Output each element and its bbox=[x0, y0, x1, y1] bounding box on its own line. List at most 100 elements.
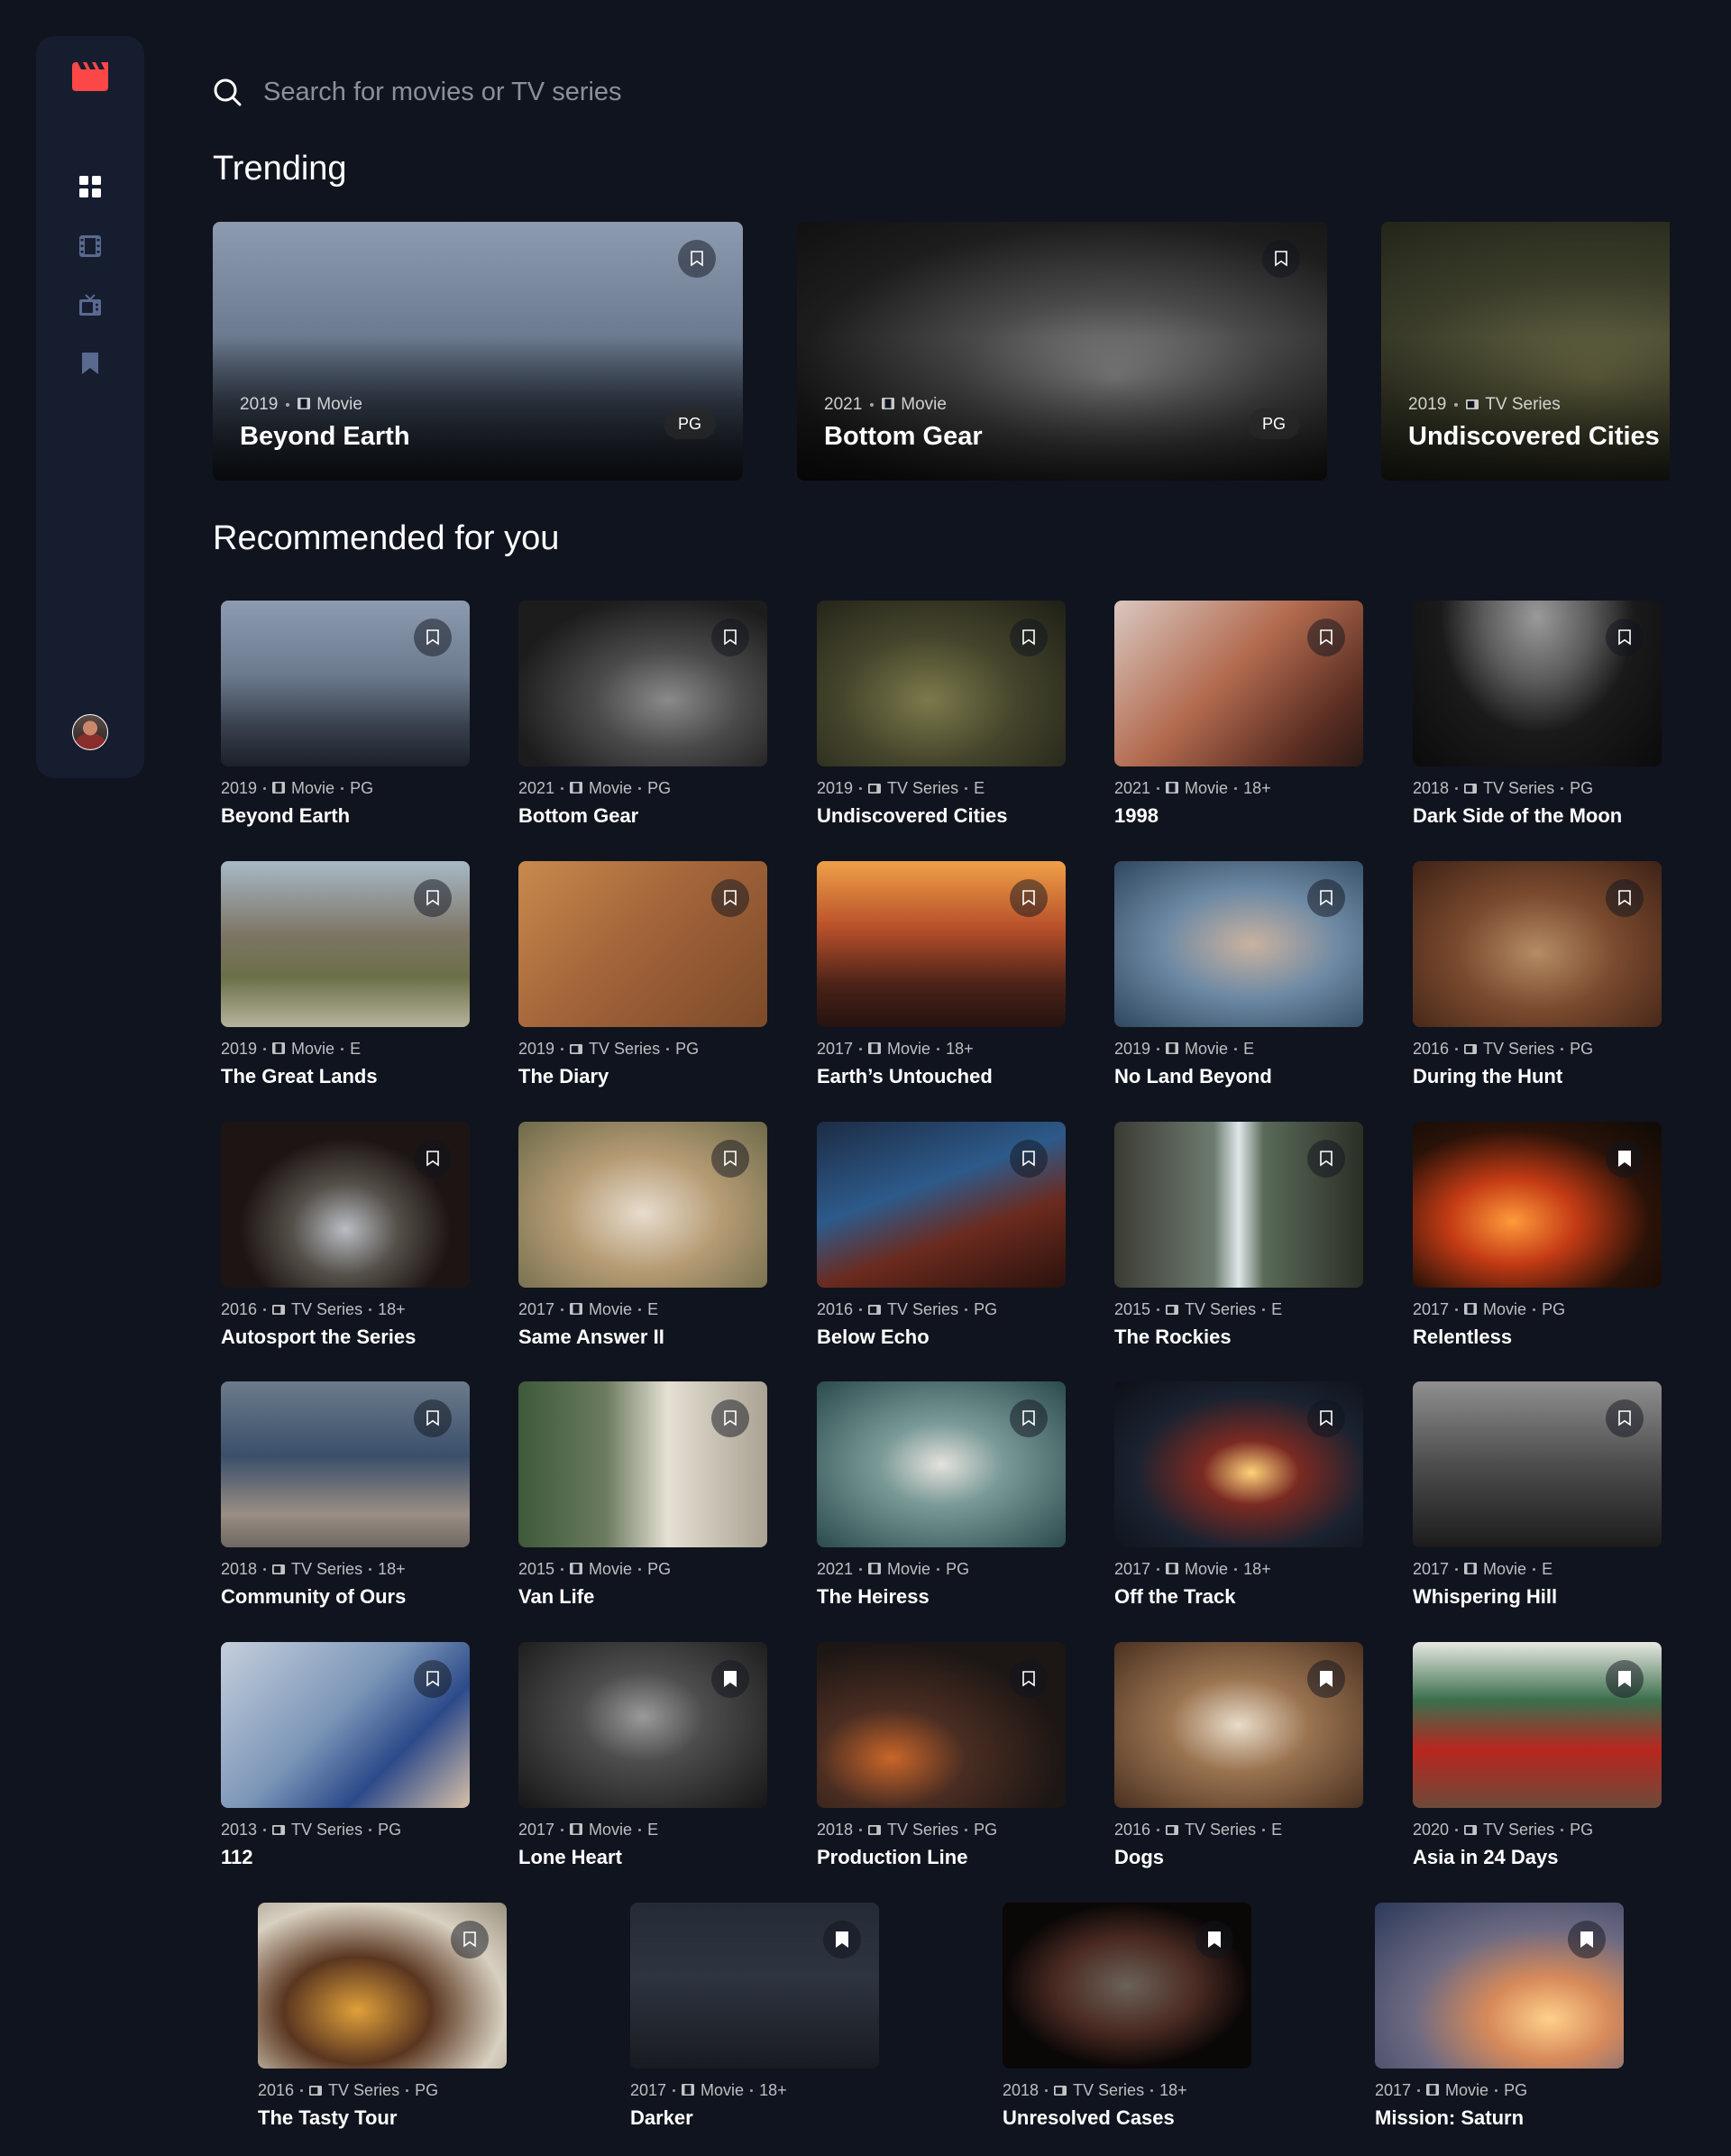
media-card[interactable]: 2021 Movie 18+ 1998 bbox=[1114, 601, 1363, 837]
media-card[interactable]: 2019 TV Series E Undiscovered Cities bbox=[817, 601, 1066, 837]
media-card[interactable]: 2017 Movie E Lone Heart bbox=[518, 1642, 767, 1878]
media-card[interactable]: 2017 Movie 18+ Earth’s Untouched bbox=[817, 861, 1066, 1097]
bookmark-button[interactable] bbox=[711, 1140, 749, 1178]
trending-card[interactable]: 2019 TV Series Undiscovered Cities bbox=[1381, 222, 1670, 481]
media-card[interactable]: 2015 Movie PG Van Life bbox=[518, 1381, 767, 1618]
media-card[interactable]: 2019 TV Series PG The Diary bbox=[518, 861, 767, 1097]
trending-card[interactable]: 2021 Movie Bottom Gear PG bbox=[797, 222, 1327, 481]
card-title[interactable]: Bottom Gear bbox=[518, 804, 638, 828]
media-card[interactable]: 2017 Movie 18+ Darker bbox=[630, 1903, 879, 2139]
bookmark-button[interactable] bbox=[414, 619, 452, 656]
card-title[interactable]: Darker bbox=[630, 2106, 693, 2130]
nav-home[interactable] bbox=[79, 176, 101, 197]
media-card[interactable]: 2016 TV Series 18+ Autosport the Series bbox=[221, 1122, 470, 1358]
bookmark-button[interactable] bbox=[1606, 1660, 1644, 1698]
card-title[interactable]: The Heiress bbox=[817, 1585, 930, 1609]
nav-bookmarks[interactable] bbox=[79, 353, 101, 374]
bookmark-button[interactable] bbox=[1307, 1140, 1345, 1178]
card-title[interactable]: Beyond Earth bbox=[221, 804, 350, 828]
bookmark-button[interactable] bbox=[678, 240, 716, 278]
bookmark-button[interactable] bbox=[414, 1140, 452, 1178]
bookmark-button[interactable] bbox=[1010, 1660, 1048, 1698]
media-card[interactable]: 2017 Movie PG Mission: Saturn bbox=[1375, 1903, 1624, 2139]
bookmark-button[interactable] bbox=[1010, 619, 1048, 656]
bookmark-button[interactable] bbox=[414, 1660, 452, 1698]
card-title[interactable]: Same Answer II bbox=[518, 1326, 664, 1349]
card-title[interactable]: No Land Beyond bbox=[1114, 1065, 1272, 1088]
bookmark-button[interactable] bbox=[1606, 1399, 1644, 1437]
clapperboard-icon[interactable] bbox=[72, 62, 108, 91]
media-card[interactable]: 2016 TV Series E Dogs bbox=[1114, 1642, 1363, 1878]
media-card[interactable]: 2016 TV Series PG The Tasty Tour bbox=[258, 1903, 507, 2139]
media-card[interactable]: 2018 TV Series PG Production Line bbox=[817, 1642, 1066, 1878]
media-card[interactable]: 2018 TV Series PG Dark Side of the Moon bbox=[1413, 601, 1662, 837]
bookmark-button[interactable] bbox=[1568, 1921, 1606, 1959]
media-card[interactable]: 2016 TV Series PG Below Echo bbox=[817, 1122, 1066, 1358]
bookmark-button[interactable] bbox=[1606, 1140, 1644, 1178]
bookmark-button[interactable] bbox=[414, 879, 452, 917]
card-title[interactable]: The Diary bbox=[518, 1065, 609, 1088]
card-title[interactable]: The Rockies bbox=[1114, 1326, 1232, 1349]
card-title[interactable]: Asia in 24 Days bbox=[1413, 1846, 1558, 1869]
card-title[interactable]: Van Life bbox=[518, 1585, 594, 1609]
media-card[interactable]: 2013 TV Series PG 112 bbox=[221, 1642, 470, 1878]
card-title[interactable]: 1998 bbox=[1114, 804, 1159, 828]
media-card[interactable]: 2019 Movie PG Beyond Earth bbox=[221, 601, 470, 837]
card-title[interactable]: Lone Heart bbox=[518, 1846, 622, 1869]
card-title[interactable]: Below Echo bbox=[817, 1326, 930, 1349]
bookmark-button[interactable] bbox=[711, 879, 749, 917]
nav-movies[interactable] bbox=[79, 235, 101, 257]
bookmark-button[interactable] bbox=[1606, 619, 1644, 656]
card-title[interactable]: Autosport the Series bbox=[221, 1326, 416, 1349]
trending-card[interactable]: 2019 Movie Beyond Earth PG bbox=[213, 222, 743, 481]
bookmark-button[interactable] bbox=[823, 1921, 861, 1959]
card-title[interactable]: Production Line bbox=[817, 1846, 967, 1869]
media-card[interactable]: 2020 TV Series PG Asia in 24 Days bbox=[1413, 1642, 1662, 1878]
media-card[interactable]: 2018 TV Series 18+ Community of Ours bbox=[221, 1381, 470, 1618]
card-title[interactable]: The Tasty Tour bbox=[258, 2106, 397, 2130]
card-title[interactable]: Off the Track bbox=[1114, 1585, 1235, 1609]
media-card[interactable]: 2017 Movie 18+ Off the Track bbox=[1114, 1381, 1363, 1618]
bookmark-button[interactable] bbox=[1606, 879, 1644, 917]
bookmark-button[interactable] bbox=[1307, 619, 1345, 656]
media-card[interactable]: 2016 TV Series PG During the Hunt bbox=[1413, 861, 1662, 1097]
card-title[interactable]: The Great Lands bbox=[221, 1065, 378, 1088]
media-card[interactable]: 2015 TV Series E The Rockies bbox=[1114, 1122, 1363, 1358]
nav-tv-series[interactable] bbox=[79, 294, 101, 316]
media-card[interactable]: 2018 TV Series 18+ Unresolved Cases bbox=[1003, 1903, 1251, 2139]
search-input[interactable] bbox=[263, 74, 1075, 110]
trending-carousel[interactable]: 2019 Movie Beyond Earth PG 2021 Movie Bottom G… bbox=[213, 222, 1670, 481]
card-title[interactable]: Unresolved Cases bbox=[1003, 2106, 1175, 2130]
media-card[interactable]: 2017 Movie E Same Answer II bbox=[518, 1122, 767, 1358]
media-card[interactable]: 2019 Movie E No Land Beyond bbox=[1114, 861, 1363, 1097]
media-card[interactable]: 2021 Movie PG Bottom Gear bbox=[518, 601, 767, 837]
bookmark-button[interactable] bbox=[1010, 1140, 1048, 1178]
bookmark-button[interactable] bbox=[1307, 1399, 1345, 1437]
card-title[interactable]: Whispering Hill bbox=[1413, 1585, 1557, 1609]
bookmark-button[interactable] bbox=[451, 1921, 489, 1959]
media-card[interactable]: 2021 Movie PG The Heiress bbox=[817, 1381, 1066, 1618]
media-card[interactable]: 2017 Movie E Whispering Hill bbox=[1413, 1381, 1662, 1618]
bookmark-button[interactable] bbox=[1307, 1660, 1345, 1698]
card-title[interactable]: Dark Side of the Moon bbox=[1413, 804, 1622, 828]
card-title[interactable]: Mission: Saturn bbox=[1375, 2106, 1524, 2130]
bookmark-button[interactable] bbox=[1262, 240, 1300, 278]
card-title[interactable]: 112 bbox=[221, 1846, 253, 1869]
card-title[interactable]: Community of Ours bbox=[221, 1585, 406, 1609]
media-card[interactable]: 2017 Movie PG Relentless bbox=[1413, 1122, 1662, 1358]
bookmark-button[interactable] bbox=[1010, 879, 1048, 917]
card-title[interactable]: Earth’s Untouched bbox=[817, 1065, 993, 1088]
bookmark-button[interactable] bbox=[1010, 1399, 1048, 1437]
media-card[interactable]: 2019 Movie E The Great Lands bbox=[221, 861, 470, 1097]
bookmark-button[interactable] bbox=[711, 1660, 749, 1698]
bookmark-button[interactable] bbox=[414, 1399, 452, 1437]
avatar[interactable] bbox=[72, 714, 108, 750]
card-title[interactable]: Dogs bbox=[1114, 1846, 1164, 1869]
card-title[interactable]: Relentless bbox=[1413, 1326, 1512, 1349]
bookmark-button[interactable] bbox=[1195, 1921, 1233, 1959]
bookmark-button[interactable] bbox=[711, 1399, 749, 1437]
card-title[interactable]: Undiscovered Cities bbox=[817, 804, 1008, 828]
bookmark-button[interactable] bbox=[711, 619, 749, 656]
bookmark-button[interactable] bbox=[1307, 879, 1345, 917]
card-title[interactable]: During the Hunt bbox=[1413, 1065, 1562, 1088]
